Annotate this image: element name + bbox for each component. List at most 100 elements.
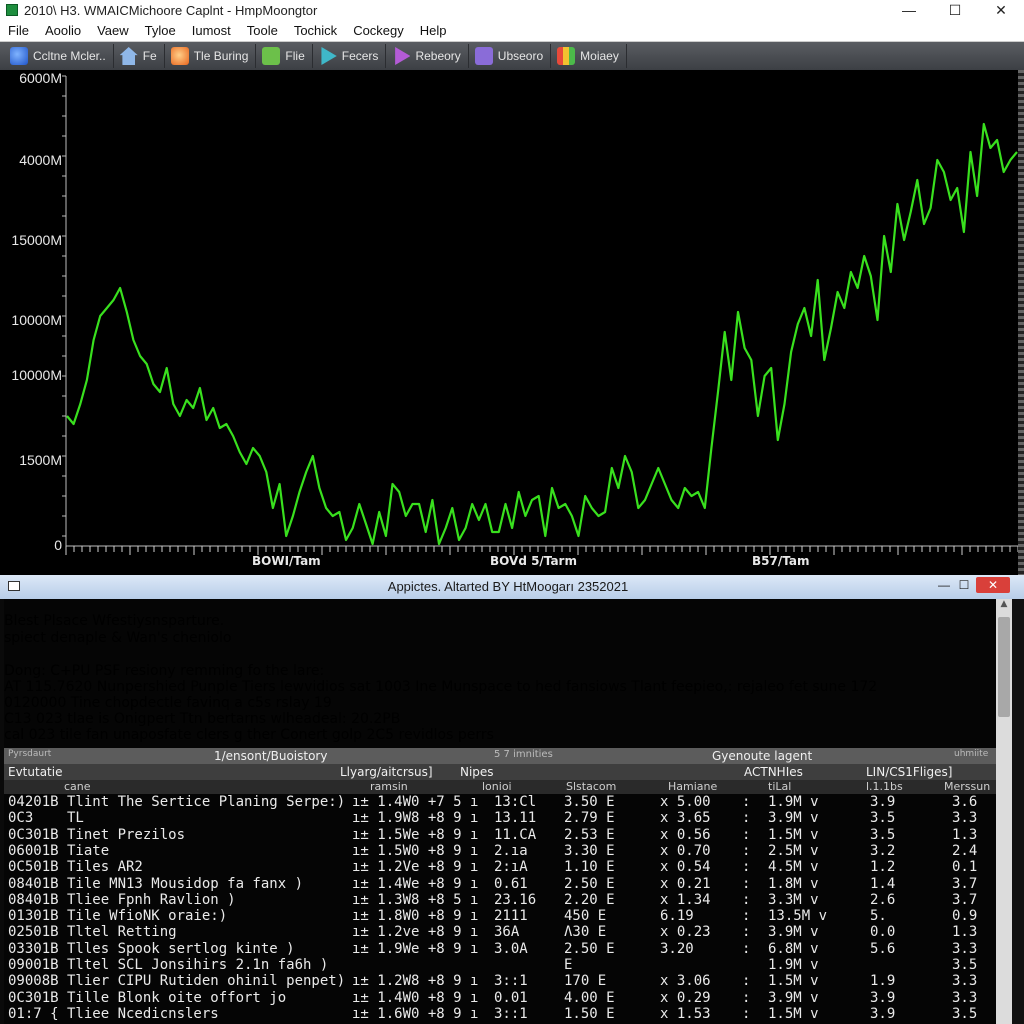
- y-axis-label: 0: [54, 537, 62, 553]
- toolbar-button-moiaey[interactable]: Moiaey: [553, 44, 627, 68]
- table-row[interactable]: 0C301B Tinet Prezilos ı± 1.5We +8 9 ı 11.C…: [4, 827, 996, 843]
- minimize-button[interactable]: —: [886, 0, 932, 20]
- scrollbar-thumb[interactable]: [998, 617, 1010, 717]
- table-cell: 0C301B Tinet Prezilos: [8, 826, 186, 843]
- table-row[interactable]: 04201B Tlint The Sertice Planing Serpe:)…: [4, 794, 996, 810]
- console-close-button[interactable]: ✕: [976, 577, 1010, 593]
- table-cell: :: [742, 924, 751, 941]
- table-cell: 09008B Tlier CIPU Rutiden ohinil penpet): [8, 973, 346, 990]
- table-row[interactable]: 09008B Tlier CIPU Rutiden ohinil penpet)…: [4, 973, 996, 989]
- toolbar-button-file[interactable]: Flie: [258, 44, 313, 68]
- table-cell: 1.3: [952, 924, 978, 941]
- toolbar: Ccltne Mcler.. Fe Tle Buring Flie Fecers…: [0, 42, 1024, 70]
- table-cell: 0.01: [494, 989, 528, 1006]
- table-cell: 3.9M v: [768, 924, 819, 941]
- table-cell: 2.20 E: [564, 891, 615, 908]
- toolbar-label: Ccltne Mcler..: [33, 49, 106, 63]
- table-cell: 3.50 E: [564, 794, 615, 810]
- toolbar-button-rebeory[interactable]: Rebeory: [388, 44, 469, 68]
- table-cell: 3.9: [870, 1005, 896, 1022]
- console-minimize-button[interactable]: —: [934, 577, 954, 593]
- menu-audio[interactable]: Aoolio: [37, 23, 89, 38]
- table-cell: 3.3M v: [768, 891, 819, 908]
- scroll-up-icon[interactable]: ▲: [996, 599, 1012, 615]
- column-subheader: Slstacom: [566, 780, 617, 793]
- table-row[interactable]: 09001B Tltel SCL Jonsihirs 2.1n fa6h ) E 1…: [4, 957, 996, 973]
- column-header[interactable]: Nipes: [460, 765, 494, 779]
- table-cell: x 0.70: [660, 842, 711, 859]
- table-cell: 3.5: [952, 957, 978, 973]
- toolbar-label: Rebeory: [415, 49, 461, 63]
- toolbar-label: Tle Buring: [193, 49, 249, 63]
- table-cell: 04201B Tlint The Sertice Planing Serpe:): [8, 794, 346, 810]
- table-cell: 3.2: [870, 842, 896, 859]
- table-row[interactable]: 03301B Tlles Spook sertlog kinte ) ı± 1.9…: [4, 941, 996, 957]
- menu-tochick[interactable]: Tochick: [286, 23, 345, 38]
- y-axis-label: 10000M: [11, 367, 62, 383]
- column-header[interactable]: Evtutatie: [8, 765, 62, 779]
- toolbar-button-fecers[interactable]: Fecers: [315, 44, 387, 68]
- table-cell: :: [742, 810, 751, 827]
- globe-icon: [10, 47, 28, 65]
- table-cell: 0.61: [494, 875, 528, 892]
- menu-help[interactable]: Help: [412, 23, 455, 38]
- toolbar-button-online[interactable]: Ccltne Mcler..: [6, 44, 114, 68]
- header-group-label: Gyenoute lagent: [712, 749, 813, 763]
- column-header[interactable]: LIN/CS1Fliges]: [866, 765, 952, 779]
- column-header[interactable]: Llyarg/aitcrsus]: [340, 765, 433, 779]
- table-cell: 0.1: [952, 859, 978, 876]
- toolbar-label: Flie: [285, 49, 305, 63]
- toolbar-label: Fe: [142, 49, 157, 63]
- table-cell: 3.6: [952, 794, 978, 810]
- graph-scroll-edge[interactable]: [1018, 70, 1024, 575]
- app-icon: [6, 4, 18, 16]
- menu-type[interactable]: Tyloe: [137, 23, 184, 38]
- console-line: 0120000 Tine chopdectle favinq a c5s rsl…: [4, 695, 332, 711]
- table-row[interactable]: 0C501B Tiles AR2 ı± 1.2Ve +8 9 ı 2:ıA 1.10 …: [4, 859, 996, 875]
- table-cell: 4.5M v: [768, 859, 819, 876]
- table-row[interactable]: 0C301B Tille Blonk oite offort jo ı± 1.4W…: [4, 990, 996, 1006]
- column-header[interactable]: ACTNHIes: [744, 765, 803, 779]
- table-cell: ı± 1.4We +8 9 ı: [352, 875, 479, 892]
- users-icon: [474, 47, 493, 65]
- column-subheader: Merssun: [944, 780, 991, 793]
- table-cell: 170 E: [564, 973, 607, 990]
- menu-cockegy[interactable]: Cockegy: [345, 23, 412, 38]
- header-group-label: Pyrsdaurt: [8, 749, 52, 759]
- menu-tools[interactable]: Toole: [239, 23, 286, 38]
- table-row[interactable]: 0C3 TL ı± 1.9W8 +8 9 ı 13.11 2.79 Ex 3.65:3…: [4, 810, 996, 826]
- close-button[interactable]: ✕: [978, 0, 1024, 20]
- table-cell: 01301B Tile WfioNK oraie:): [8, 908, 228, 925]
- toolbar-button-home[interactable]: Fe: [116, 44, 165, 68]
- table-row[interactable]: 08401B Tliee Fpnh Ravlion ) ı± 1.3W8 +8 5…: [4, 892, 996, 908]
- y-axis-label: 4000M: [19, 152, 62, 168]
- table-cell: ı± 1.2W8 +8 9 ı: [352, 973, 479, 990]
- table-cell: 1.9M v: [768, 957, 819, 973]
- menu-view[interactable]: Vaew: [89, 23, 137, 38]
- table-row[interactable]: 01301B Tile WfioNK oraie:) ı± 1.8W0 +8 9 …: [4, 908, 996, 924]
- toolbar-button-burning[interactable]: Tle Buring: [167, 44, 257, 68]
- menu-import[interactable]: Iumost: [184, 23, 239, 38]
- header-group-label: 1/ensont/Buoistory: [214, 749, 328, 763]
- console-scrollbar[interactable]: ▲: [996, 599, 1012, 1024]
- maximize-button[interactable]: ☐: [932, 0, 978, 20]
- menu-file[interactable]: File: [0, 23, 37, 38]
- table-cell: 6.8M v: [768, 940, 819, 957]
- table-cell: x 1.53: [660, 1005, 711, 1022]
- table-row[interactable]: 01:7 { Tliee Ncedicnslers ı± 1.6W0 +8 9 ı…: [4, 1006, 996, 1022]
- column-subheader: Hamiane: [668, 780, 718, 793]
- table-cell: 2.ıa: [494, 842, 528, 859]
- table-cell: 03301B Tlles Spook sertlog kinte ): [8, 940, 295, 957]
- table-row[interactable]: 08401B Tile MN13 Mousidop fa fanx ) ı± 1.…: [4, 876, 996, 892]
- table-row[interactable]: 02501B Tltel Retting ı± 1.2ve +8 9 ı 36A Ʌ3…: [4, 924, 996, 940]
- table-cell: 13.11: [494, 810, 537, 827]
- table-cell: 36A: [494, 924, 520, 941]
- toolbar-button-ubseoro[interactable]: Ubseoro: [471, 44, 552, 68]
- column-subheader: tiLal: [768, 780, 792, 793]
- table-row[interactable]: 06001B Tiate ı± 1.5W0 +8 9 ı 2.ıa 3.30 E x 0…: [4, 843, 996, 859]
- table-cell: 3::1: [494, 973, 528, 990]
- table-cell: ı± 1.2Ve +8 9 ı: [352, 859, 479, 876]
- table-cell: 0.9: [952, 908, 978, 925]
- console-maximize-button[interactable]: ☐: [954, 577, 974, 593]
- x-axis-label: BOWI/Tam: [252, 554, 321, 568]
